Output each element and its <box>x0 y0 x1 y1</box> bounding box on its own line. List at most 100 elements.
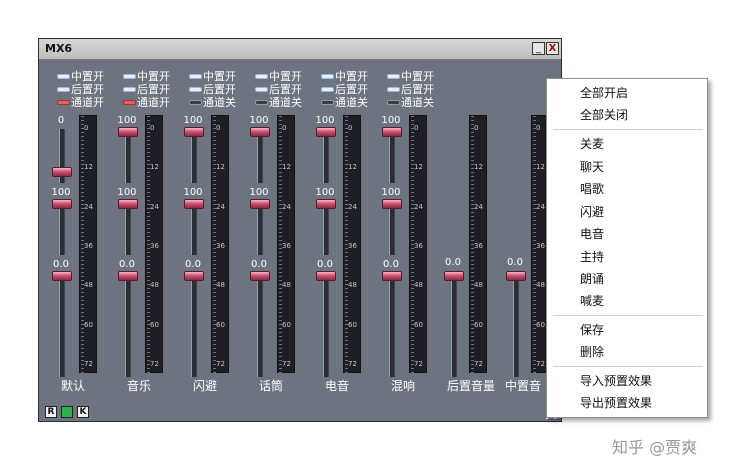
menu-item-shout[interactable]: 喊麦 <box>580 292 604 309</box>
fader-knob[interactable] <box>444 271 464 281</box>
record-indicator-icon[interactable] <box>61 406 73 418</box>
r-button[interactable]: R <box>45 406 57 418</box>
fader-track[interactable] <box>323 273 329 377</box>
channel-name: 电音 <box>325 379 350 393</box>
channel-toggle-rear[interactable]: 后置开 <box>317 84 381 96</box>
fader-track[interactable] <box>125 129 131 183</box>
meter-tick <box>279 336 282 337</box>
meter-label: 72 <box>474 360 483 368</box>
fader-track[interactable] <box>389 129 395 183</box>
meter-tick <box>533 272 536 273</box>
fader-track[interactable] <box>59 201 65 255</box>
fader-knob[interactable] <box>184 127 204 137</box>
fader-track[interactable] <box>389 273 395 377</box>
menu-item-enable-all[interactable]: 全部开启 <box>580 84 628 101</box>
channel-toggle-icon[interactable] <box>447 74 460 79</box>
fader-track[interactable] <box>257 129 263 183</box>
meter-tick <box>345 300 348 301</box>
fader-value: 0.0 <box>185 259 201 270</box>
fader-knob[interactable] <box>184 199 204 209</box>
menu-item-mute-mic[interactable]: 关麦 <box>580 135 604 152</box>
meter-tick <box>533 156 536 157</box>
fader-knob[interactable] <box>118 199 138 209</box>
meter-tick <box>213 220 216 221</box>
meter-tick <box>213 304 216 305</box>
meter-tick <box>147 196 150 197</box>
meter-tick <box>81 156 84 157</box>
channel-toggle-rear[interactable]: 后置开 <box>119 84 183 96</box>
meter-tick <box>279 344 282 345</box>
meter-tick <box>279 308 282 309</box>
fader-track[interactable] <box>323 129 329 183</box>
channel-toggle-center[interactable]: 中置开 <box>251 71 315 83</box>
fader-knob[interactable] <box>316 127 336 137</box>
channel-toggle-rear[interactable]: 后置开 <box>383 84 447 96</box>
close-button[interactable]: X <box>546 42 559 55</box>
fader-track[interactable] <box>59 273 65 377</box>
fader-knob[interactable] <box>52 271 72 281</box>
fader-knob[interactable] <box>316 271 336 281</box>
fader-knob[interactable] <box>184 271 204 281</box>
fader-track[interactable] <box>389 201 395 255</box>
channel-toggle-rear[interactable]: 后置开 <box>185 84 249 96</box>
channel-toggle-state[interactable]: 通道关 <box>251 97 315 109</box>
fader-knob[interactable] <box>382 271 402 281</box>
k-button[interactable]: K <box>77 406 89 418</box>
channel-toggle-center[interactable]: 中置开 <box>185 71 249 83</box>
fader-knob[interactable] <box>118 127 138 137</box>
channel-toggle-icon[interactable] <box>447 87 460 92</box>
fader-track[interactable] <box>451 273 457 377</box>
channel-toggle-state[interactable]: 通道关 <box>317 97 381 109</box>
channel-toggle-rear[interactable]: 后置开 <box>53 84 117 96</box>
channel-toggle-center[interactable]: 中置开 <box>119 71 183 83</box>
meter-tick <box>471 184 474 185</box>
channel-toggle-rear[interactable]: 后置开 <box>251 84 315 96</box>
fader-track[interactable] <box>257 201 263 255</box>
menu-item-host[interactable]: 主持 <box>580 248 604 265</box>
channel-toggle-center[interactable]: 中置开 <box>383 71 447 83</box>
fader-track[interactable] <box>257 273 263 377</box>
fader-knob[interactable] <box>506 271 526 281</box>
channel-toggle-center[interactable]: 中置开 <box>317 71 381 83</box>
meter-tick <box>213 216 216 217</box>
fader-knob[interactable] <box>250 127 270 137</box>
fader-track[interactable] <box>323 201 329 255</box>
menu-item-recite[interactable]: 朗诵 <box>580 270 604 287</box>
fader-knob[interactable] <box>118 271 138 281</box>
channel-toggle-state[interactable]: 通道开 <box>119 97 183 109</box>
fader-knob[interactable] <box>52 167 72 177</box>
minimize-button[interactable]: _ <box>532 42 545 55</box>
menu-item-import-presets[interactable]: 导入预置效果 <box>580 372 652 389</box>
menu-item-dodge[interactable]: 闪避 <box>580 203 604 220</box>
channel-toggle-center[interactable]: 中置开 <box>53 71 117 83</box>
meter-tick <box>411 196 414 197</box>
channel-toggle-state[interactable]: 通道关 <box>383 97 447 109</box>
fader-knob[interactable] <box>250 271 270 281</box>
fader-knob[interactable] <box>316 199 336 209</box>
menu-item-electro[interactable]: 电音 <box>580 225 604 242</box>
menu-item-chat[interactable]: 聊天 <box>580 158 604 175</box>
fader-track[interactable] <box>191 129 197 183</box>
meter-tick <box>213 332 216 333</box>
fader-track[interactable] <box>191 201 197 255</box>
menu-item-save[interactable]: 保存 <box>580 321 604 338</box>
menu-item-delete[interactable]: 删除 <box>580 343 604 360</box>
title-bar[interactable]: MX6 _ X <box>39 39 561 60</box>
fader-knob[interactable] <box>250 199 270 209</box>
meter-tick <box>471 304 474 305</box>
fader-track[interactable] <box>191 273 197 377</box>
meter-tick <box>147 348 150 349</box>
menu-item-export-presets[interactable]: 导出预置效果 <box>580 394 652 411</box>
channel-toggle-state[interactable]: 通道开 <box>53 97 117 109</box>
fader-track[interactable] <box>513 273 519 377</box>
fader-knob[interactable] <box>382 127 402 137</box>
channel-toggle-state[interactable]: 通道关 <box>185 97 249 109</box>
meter-label: 24 <box>216 202 225 211</box>
fader-track[interactable] <box>125 201 131 255</box>
fader-knob[interactable] <box>382 199 402 209</box>
menu-item-disable-all[interactable]: 全部关闭 <box>580 106 628 123</box>
fader-track[interactable] <box>125 273 131 377</box>
menu-item-sing[interactable]: 唱歌 <box>580 180 604 197</box>
menu-separator <box>553 129 703 130</box>
fader-knob[interactable] <box>52 199 72 209</box>
